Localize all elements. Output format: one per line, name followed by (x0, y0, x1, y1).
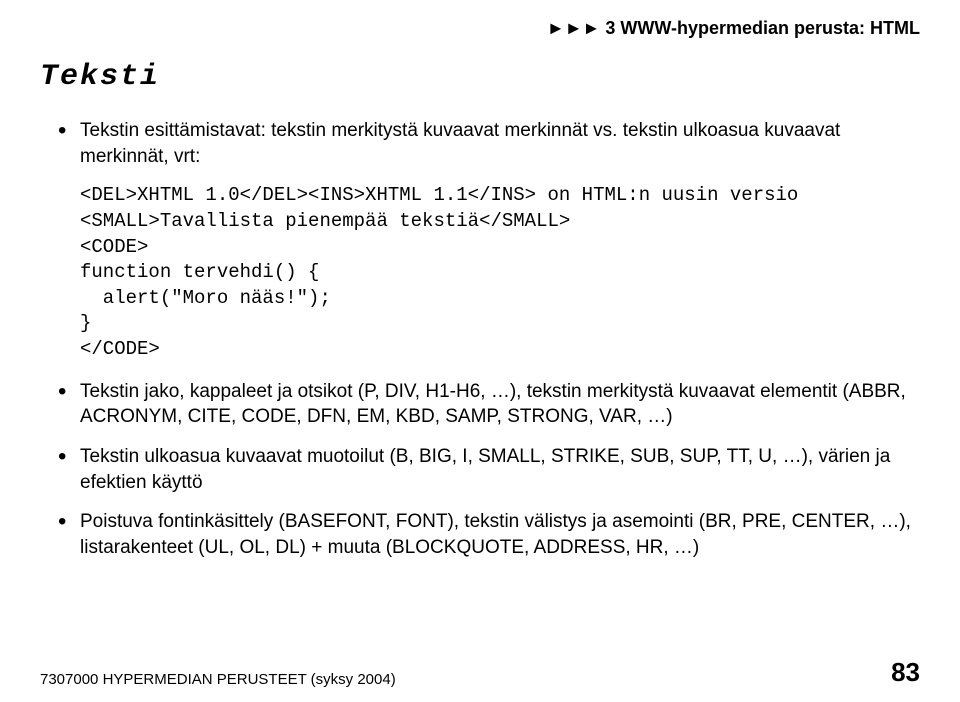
bullet-item-3: Tekstin ulkoasua kuvaavat muotoilut (B, … (58, 444, 920, 495)
chapter-header: ►►► 3 WWW-hypermedian perusta: HTML (547, 18, 920, 39)
bullet-item-4: Poistuva fontinkäsittely (BASEFONT, FONT… (58, 509, 920, 560)
header-text: 3 WWW-hypermedian perusta: HTML (605, 18, 920, 38)
footer-course: 7307000 HYPERMEDIAN PERUSTEET (syksy 200… (40, 671, 396, 688)
bullet-list-cont: Tekstin jako, kappaleet ja otsikot (P, D… (40, 379, 920, 561)
slide-page: ►►► 3 WWW-hypermedian perusta: HTML Teks… (0, 0, 960, 702)
bullet-text-2: Tekstin jako, kappaleet ja otsikot (P, D… (80, 381, 906, 428)
bullet-item-1: Tekstin esittämistavat: tekstin merkitys… (58, 118, 920, 169)
page-title: Teksti (40, 60, 920, 94)
bullet-list: Tekstin esittämistavat: tekstin merkitys… (40, 118, 920, 169)
bullet-text-3: Tekstin ulkoasua kuvaavat muotoilut (B, … (80, 446, 890, 493)
page-number: 83 (891, 657, 920, 688)
bullet-item-2: Tekstin jako, kappaleet ja otsikot (P, D… (58, 379, 920, 430)
code-example: <DEL>XHTML 1.0</DEL><INS>XHTML 1.1</INS>… (80, 183, 920, 362)
header-arrows: ►►► (547, 18, 600, 38)
bullet-text-4: Poistuva fontinkäsittely (BASEFONT, FONT… (80, 511, 911, 558)
bullet-text-1: Tekstin esittämistavat: tekstin merkitys… (80, 120, 840, 167)
footer: 7307000 HYPERMEDIAN PERUSTEET (syksy 200… (40, 657, 920, 688)
